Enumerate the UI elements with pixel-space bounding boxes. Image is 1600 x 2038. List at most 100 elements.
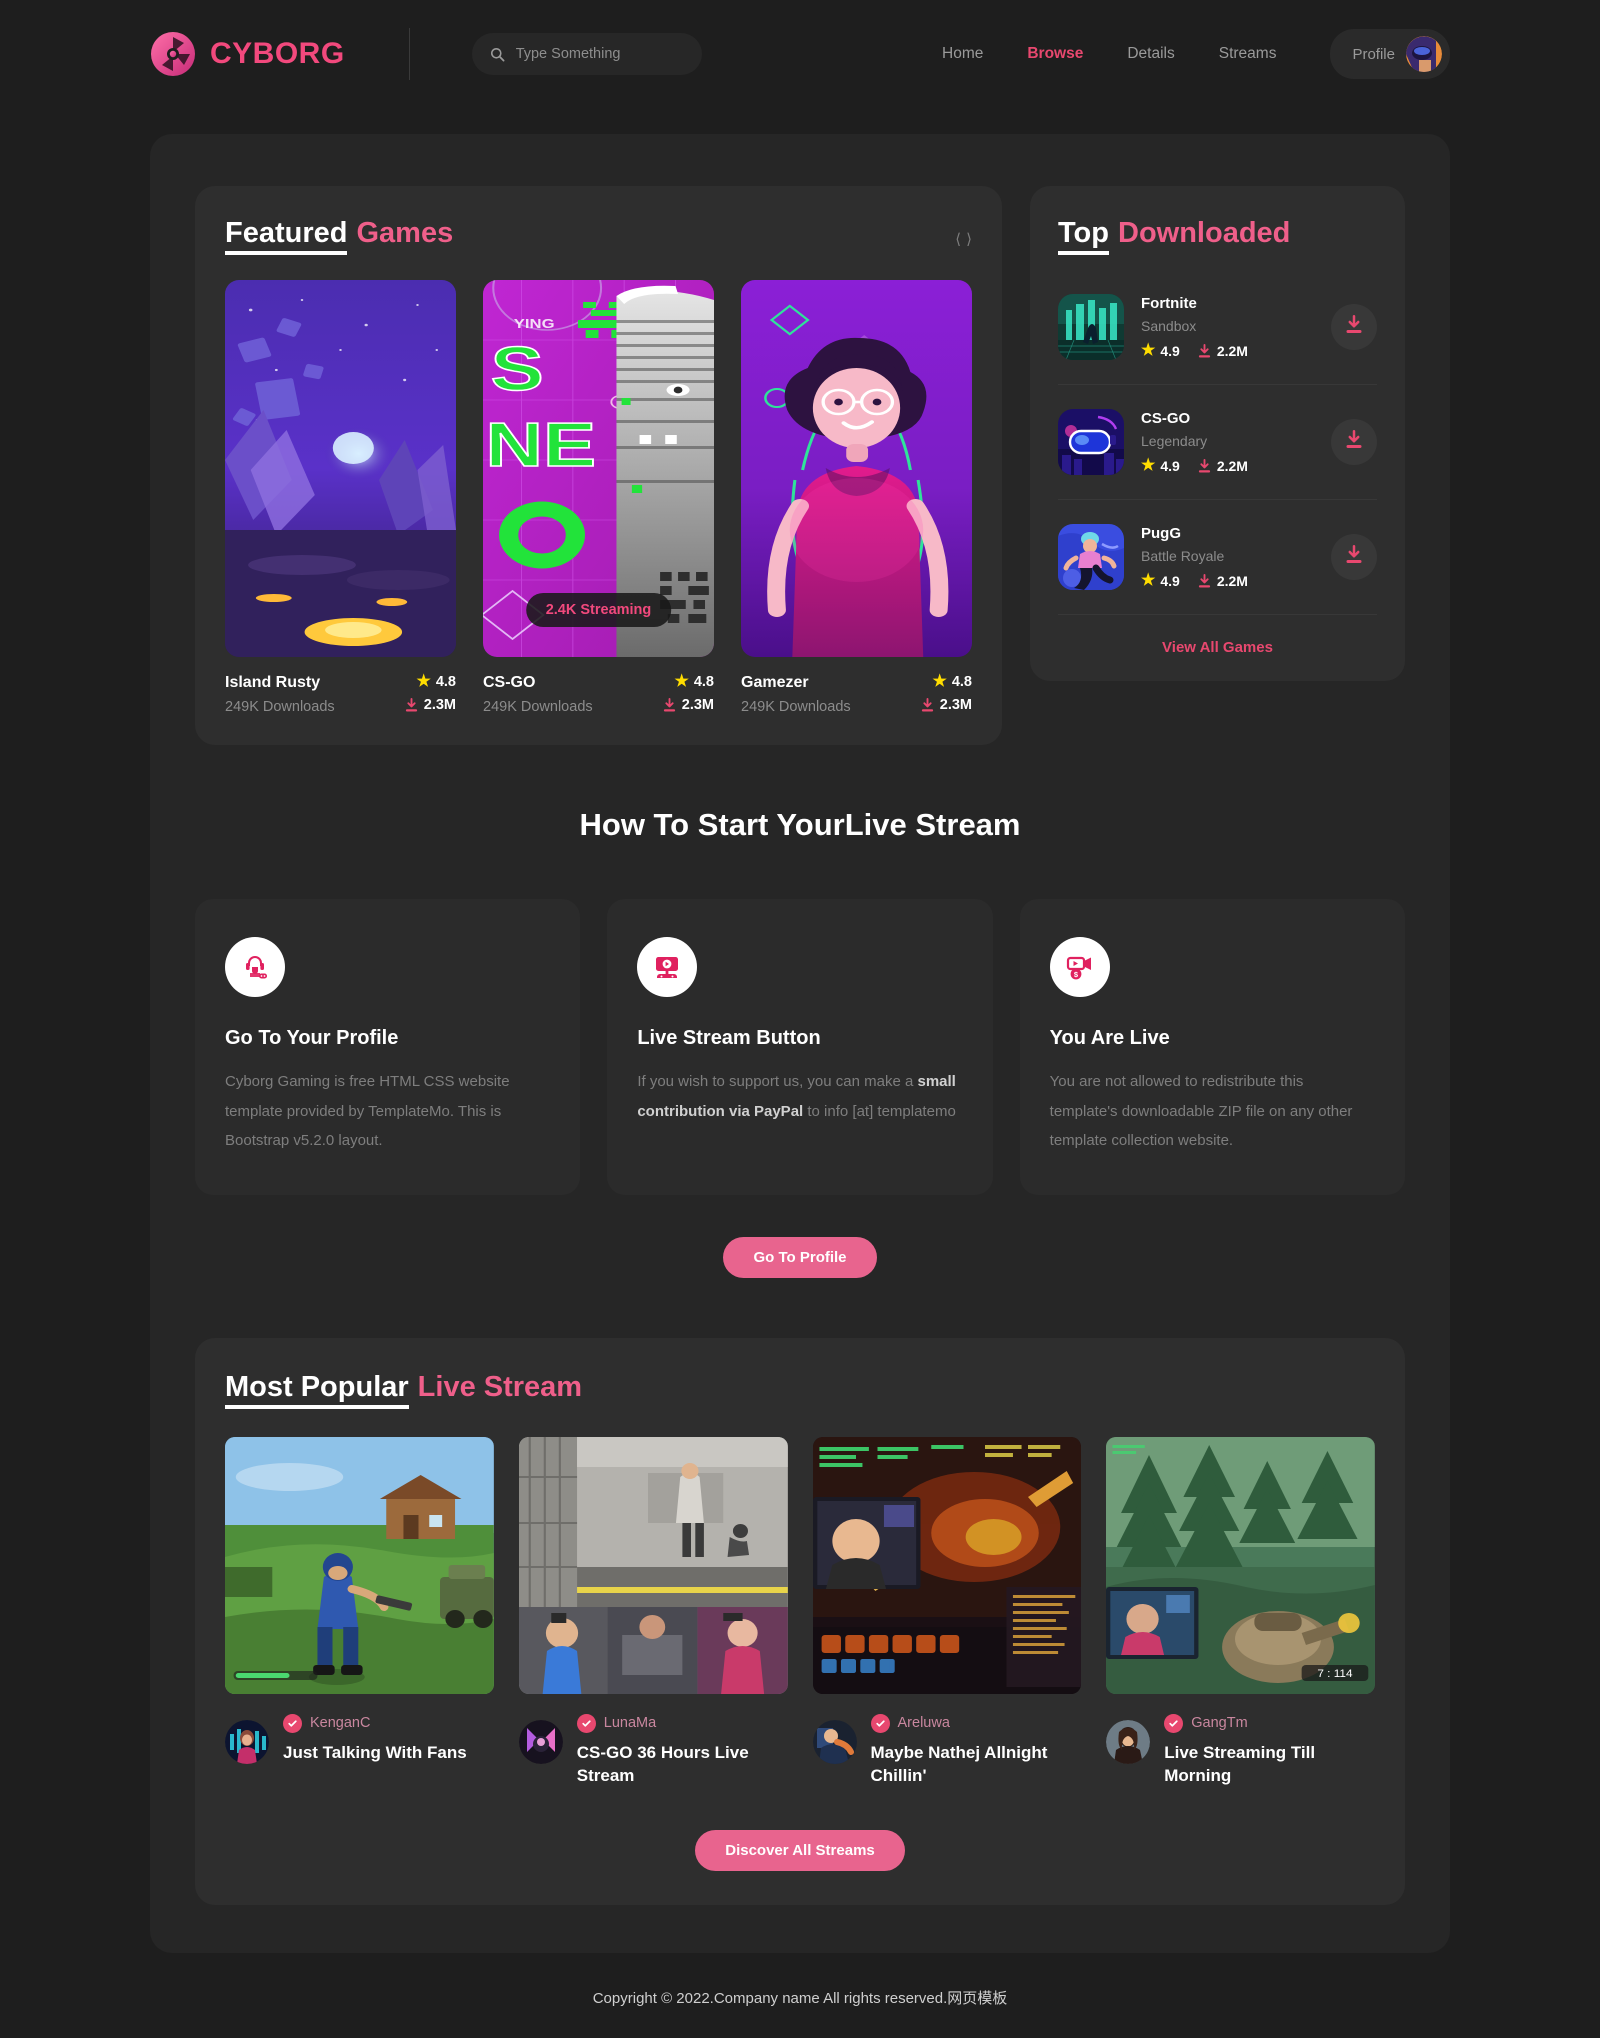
game-meta: CS-GO 249K Downloads ★ 4.8 2.3M bbox=[483, 674, 714, 716]
cyborg-aperture-logo-icon bbox=[150, 31, 196, 77]
download-icon bbox=[404, 697, 419, 713]
download-icon bbox=[1197, 343, 1212, 359]
view-all-games-footer: View All Games bbox=[1058, 614, 1377, 657]
game-thumbnail bbox=[225, 280, 456, 658]
chevron-right-icon[interactable]: ⟩ bbox=[966, 230, 972, 248]
stream-title: CS-GO 36 Hours Live Stream bbox=[576, 1742, 749, 1785]
view-all-games-link[interactable]: View All Games bbox=[1162, 639, 1273, 656]
streamer-identity: GangTm bbox=[1164, 1713, 1375, 1733]
how-to-cards-grid: Go To Your Profile Cyborg Gaming is free… bbox=[195, 899, 1405, 1196]
download-button[interactable] bbox=[1331, 304, 1377, 351]
how-to-card: Live Stream Button If you wish to suppor… bbox=[607, 899, 993, 1196]
svg-text:7 : 114: 7 : 114 bbox=[1318, 1668, 1354, 1680]
rating-value: 4.8 bbox=[951, 674, 972, 691]
gamer-headset-icon bbox=[225, 937, 285, 998]
search-input[interactable] bbox=[515, 46, 684, 62]
stream-card[interactable]: LunaMa CS-GO 36 Hours Live Stream bbox=[518, 1436, 788, 1788]
stream-card[interactable]: Areluwa Maybe Nathej Allnight Chillin' bbox=[812, 1436, 1082, 1788]
card-text: Cyborg Gaming is free HTML CSS website t… bbox=[225, 1067, 550, 1155]
streamer-name: Areluwa bbox=[897, 1715, 950, 1732]
star-icon: ★ bbox=[932, 673, 947, 691]
rating-value: 4.9 bbox=[1160, 458, 1180, 475]
game-icon bbox=[1058, 294, 1124, 361]
featured-game-card[interactable]: Island Rusty 249K Downloads ★ 4.8 2.3M bbox=[225, 280, 456, 715]
featured-games-grid: Island Rusty 249K Downloads ★ 4.8 2.3M Y… bbox=[225, 280, 972, 715]
how-to-start-title: How To Start YourLive Stream bbox=[195, 807, 1405, 843]
download-icon bbox=[1344, 429, 1364, 455]
verified-check-icon bbox=[870, 1713, 890, 1733]
nav-item-streams[interactable]: Streams bbox=[1219, 45, 1277, 63]
nav-item-home[interactable]: Home bbox=[942, 45, 983, 63]
stream-title: Live Streaming Till Morning bbox=[1164, 1742, 1316, 1785]
chevron-left-icon[interactable]: ⟨ bbox=[955, 230, 961, 248]
download-icon bbox=[920, 697, 935, 713]
game-rating: ★ 4.8 bbox=[404, 674, 456, 691]
discover-all-streams-button[interactable]: Discover All Streams bbox=[695, 1829, 905, 1871]
main-navigation: Home Browse Details Streams Profile bbox=[942, 29, 1450, 79]
card-text-before: Cyborg Gaming is free HTML CSS website t… bbox=[225, 1073, 510, 1149]
how-to-start-section: How To Start YourLive Stream Go To Your … bbox=[195, 807, 1405, 1279]
stream-thumbnail bbox=[518, 1436, 788, 1694]
download-icon bbox=[1344, 314, 1364, 340]
list-item[interactable]: CS-GO Legendary ★ 4.9 2.2M bbox=[1058, 384, 1377, 499]
streamer-name: KenganC bbox=[310, 1715, 371, 1732]
download-value: 2.3M bbox=[939, 697, 972, 714]
brand-name: CYBORG bbox=[210, 37, 345, 70]
game-download-count: 2.2M bbox=[1197, 458, 1248, 474]
most-popular-title: Most Popular Live Stream bbox=[225, 1371, 1375, 1410]
popular-title-pink: Live Stream bbox=[417, 1371, 583, 1404]
howto-title-pink: Live Stream bbox=[844, 807, 1021, 843]
game-download-count: 2.3M bbox=[662, 697, 714, 713]
user-avatar-icon bbox=[1406, 36, 1442, 72]
streaming-badge: 2.4K Streaming bbox=[525, 593, 672, 628]
brand-logo[interactable]: CYBORG bbox=[150, 31, 345, 77]
game-downloads-label: 249K Downloads bbox=[483, 699, 593, 716]
download-value: 2.2M bbox=[1216, 343, 1248, 360]
stream-card[interactable]: 7 : 114 GangTm Live Streaming Till Morni… bbox=[1106, 1436, 1375, 1788]
profile-button[interactable]: Profile bbox=[1330, 29, 1450, 79]
game-stats: ★ 4.9 2.2M bbox=[1141, 342, 1314, 360]
list-item[interactable]: PugG Battle Royale ★ 4.9 2.2M bbox=[1058, 499, 1377, 614]
game-info: CS-GO Legendary ★ 4.9 2.2M bbox=[1141, 410, 1314, 474]
download-value: 2.2M bbox=[1216, 458, 1248, 475]
top-downloaded-list: Fortnite Sandbox ★ 4.9 2.2M CS-GO Legend… bbox=[1058, 270, 1377, 614]
how-to-card: $ You Are Live You are not allowed to re… bbox=[1019, 899, 1405, 1196]
game-download-count: 2.3M bbox=[920, 697, 972, 713]
nav-item-browse[interactable]: Browse bbox=[1027, 45, 1083, 63]
featured-games-header: Featured Games ⟨ ⟩ bbox=[225, 217, 972, 255]
game-info: Fortnite Sandbox ★ 4.9 2.2M bbox=[1141, 295, 1314, 359]
featured-title-pink: Games bbox=[356, 217, 454, 249]
stream-thumbnail bbox=[225, 1436, 494, 1694]
game-downloads-label: 249K Downloads bbox=[741, 699, 851, 716]
stream-card[interactable]: KenganC Just Talking With Fans bbox=[225, 1436, 494, 1788]
streamer-avatar-icon bbox=[812, 1719, 857, 1764]
game-download-count: 2.2M bbox=[1197, 573, 1248, 589]
streamer-identity: LunaMa bbox=[576, 1713, 788, 1733]
list-item[interactable]: Fortnite Sandbox ★ 4.9 2.2M bbox=[1058, 270, 1377, 384]
card-text: You are not allowed to redistribute this… bbox=[1050, 1067, 1375, 1155]
game-stats: ★ 4.9 2.2M bbox=[1141, 458, 1314, 475]
game-stats: ★ 4.8 2.3M bbox=[920, 674, 972, 713]
game-meta: Gamezer 249K Downloads ★ 4.8 2.3M bbox=[741, 674, 972, 716]
download-button[interactable] bbox=[1331, 534, 1377, 581]
featured-game-card[interactable]: Gamezer 249K Downloads ★ 4.8 2.3M bbox=[741, 280, 972, 715]
video-money-icon: $ bbox=[1049, 937, 1110, 998]
card-heading: Live Stream Button bbox=[637, 1027, 821, 1050]
top-row: Featured Games ⟨ ⟩ Island Rusty 249K Dow… bbox=[195, 186, 1405, 746]
download-button[interactable] bbox=[1331, 419, 1377, 466]
go-to-profile-button[interactable]: Go To Profile bbox=[723, 1237, 877, 1279]
game-rating: ★ 4.9 bbox=[1141, 342, 1180, 360]
rating-value: 4.9 bbox=[1160, 573, 1180, 590]
game-category: Battle Royale bbox=[1141, 548, 1225, 565]
site-footer: Copyright © 2022.Company name All rights… bbox=[0, 1953, 1600, 2038]
star-icon: ★ bbox=[1141, 342, 1156, 360]
game-meta: Island Rusty 249K Downloads ★ 4.8 2.3M bbox=[225, 674, 456, 716]
carousel-arrows: ⟨ ⟩ bbox=[955, 230, 972, 248]
game-name: CS-GO bbox=[1141, 410, 1191, 428]
search-icon bbox=[490, 47, 505, 62]
game-name: CS-GO bbox=[483, 674, 536, 692]
nav-item-details[interactable]: Details bbox=[1127, 45, 1174, 63]
game-icon bbox=[1058, 409, 1124, 476]
search-box[interactable] bbox=[471, 33, 702, 75]
featured-game-card[interactable]: YING S NE 2.4K Streaming CS-GO 249K Down… bbox=[483, 280, 714, 715]
